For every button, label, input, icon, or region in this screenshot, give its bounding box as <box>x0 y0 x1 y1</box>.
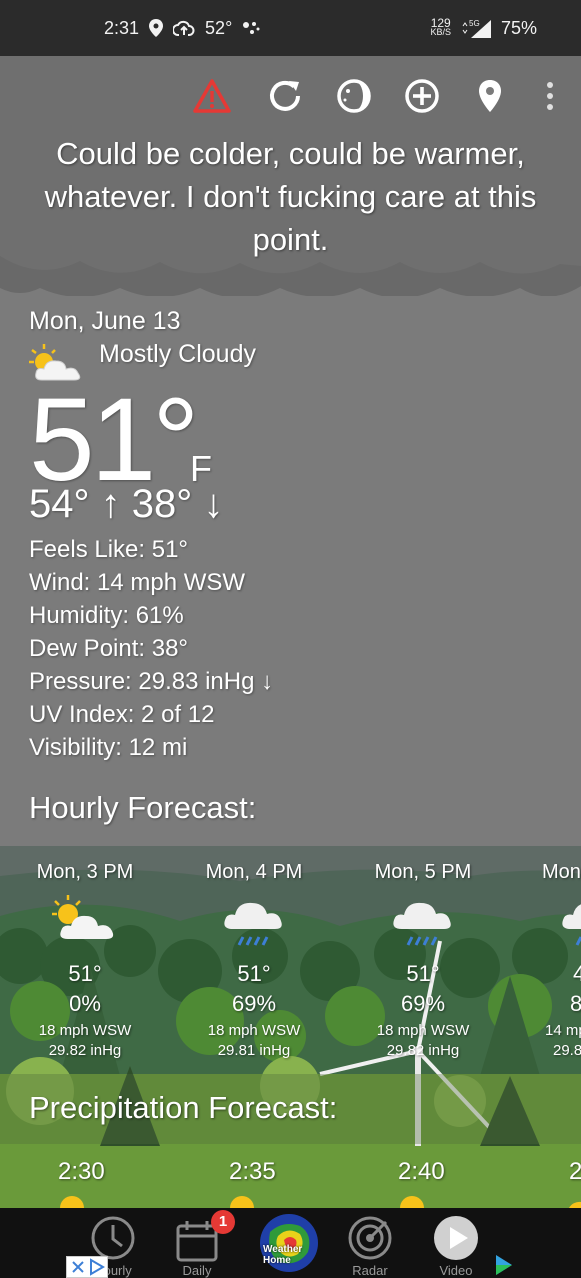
hourly-item[interactable]: Mon, 5 PM 51° 69% 18 mph WSW 29.82 inHg <box>338 846 508 1059</box>
play-icon <box>434 1216 478 1260</box>
radar-icon <box>348 1216 392 1260</box>
hour-time: Mon, 3 PM <box>36 861 134 883</box>
rain-icon <box>393 902 451 946</box>
dew-point: Dew Point: 38° <box>29 635 189 662</box>
toolbar <box>0 56 581 136</box>
cloud-upload-icon <box>173 20 195 36</box>
precip-time: 2 <box>569 1158 581 1185</box>
moon-phase-icon[interactable] <box>334 76 374 116</box>
ad-choices-banner[interactable] <box>66 1256 108 1278</box>
hour-pressure: 29.8 <box>553 1042 581 1059</box>
hour-pressure: 29.82 inHg <box>48 1042 122 1059</box>
hour-wind: 14 mp <box>545 1022 581 1039</box>
hour-precip: 0% <box>69 991 101 1016</box>
hour-temp: 51° <box>237 961 271 986</box>
network-speed: 129 KB/S <box>430 16 451 37</box>
hourly-item[interactable]: Mon, 3 PM 51° 0% 18 mph WSW 29.82 inHg <box>0 846 170 1059</box>
pressure: Pressure: 29.83 inHg ↓ <box>29 668 274 695</box>
nav-label: Radar <box>352 1263 388 1278</box>
hour-precip: 8 <box>570 991 581 1016</box>
status-time: 2:31 <box>104 17 140 38</box>
hour-precip: 69% <box>231 991 277 1016</box>
dots-icon <box>243 22 260 34</box>
add-location-icon[interactable] <box>402 76 442 116</box>
close-icon[interactable] <box>69 1258 87 1276</box>
nav-label: Daily <box>182 1263 212 1278</box>
status-bar: 2:31 52° 129 KB/S 5G 75% <box>0 0 581 56</box>
hour-wind: 18 mph WSW <box>38 1022 132 1039</box>
ad-choices-icon[interactable] <box>88 1258 106 1276</box>
daily-badge: 1 <box>211 1210 235 1234</box>
hour-time: Mon, 4 PM <box>205 861 303 883</box>
hour-time: Mon <box>542 861 581 883</box>
feels-like: Feels Like: 51° <box>29 536 189 563</box>
nav-label: Weather Home <box>263 1244 303 1266</box>
nav-daily[interactable]: 1 Daily <box>152 1208 242 1278</box>
refresh-icon[interactable] <box>265 76 305 116</box>
visibility: Visibility: 12 mi <box>29 734 188 761</box>
precip-forecast-title: Precipitation Forecast: <box>29 1090 338 1125</box>
precip-time: 2:30 <box>58 1158 105 1185</box>
hour-temp: 51° <box>406 961 440 986</box>
hourly-forecast-title: Hourly Forecast: <box>29 790 257 825</box>
precip-time: 2:35 <box>229 1158 276 1185</box>
hour-temp: 51° <box>68 961 102 986</box>
hour-wind: 18 mph WSW <box>207 1022 301 1039</box>
battery-level: 75% <box>500 17 537 38</box>
partly-cloudy-icon <box>52 895 114 939</box>
nav-video[interactable]: Video <box>411 1208 501 1278</box>
rain-icon <box>562 904 581 946</box>
more-icon[interactable] <box>530 76 570 116</box>
hour-time: Mon, 5 PM <box>374 861 472 883</box>
sun-peek-icons <box>60 1196 581 1208</box>
high-low-temps: 54° ↑ 38° ↓ <box>29 482 224 526</box>
alert-icon[interactable] <box>192 76 232 116</box>
hourly-item[interactable]: Mon, 4 PM 51° 69% 18 mph WSW 29.81 inHg <box>169 846 339 1059</box>
play-store-icon[interactable] <box>494 1254 514 1276</box>
svg-text:5G: 5G <box>469 19 480 28</box>
status-temp: 52° <box>205 17 233 38</box>
location-pin-icon <box>149 19 164 37</box>
precip-time: 2:40 <box>398 1158 445 1185</box>
location-icon[interactable] <box>470 76 510 116</box>
hour-pressure: 29.81 inHg <box>217 1042 291 1059</box>
clock-icon <box>91 1216 135 1260</box>
rain-icon <box>224 902 282 946</box>
wind: Wind: 14 mph WSW <box>29 569 246 596</box>
current-date: Mon, June 13 <box>29 307 181 335</box>
hour-precip: 69% <box>400 991 446 1016</box>
hour-wind: 18 mph WSW <box>376 1022 470 1039</box>
hour-pressure: 29.82 inHg <box>386 1042 460 1059</box>
nav-label: Video <box>439 1263 473 1278</box>
current-condition: Mostly Cloudy <box>99 340 256 368</box>
humidity: Humidity: 61% <box>29 602 184 629</box>
hourly-forecast-scroller[interactable]: Mon, 3 PM 51° 0% 18 mph WSW 29.82 inHg M… <box>0 846 581 1208</box>
current-details: Feels Like: 51° Wind: 14 mph WSW Humidit… <box>29 533 273 764</box>
nav-weather-home[interactable]: Weather Home <box>244 1208 334 1278</box>
hour-temp: 4 <box>573 961 581 986</box>
signal-icon: 5G <box>462 19 491 38</box>
hourly-item[interactable]: Mon 4 8 14 mp 29.8 <box>507 846 581 1059</box>
weather-quip: Could be colder, could be warmer, whatev… <box>44 136 537 257</box>
nav-radar[interactable]: Radar <box>325 1208 415 1278</box>
uv-index: UV Index: 2 of 12 <box>29 701 215 728</box>
